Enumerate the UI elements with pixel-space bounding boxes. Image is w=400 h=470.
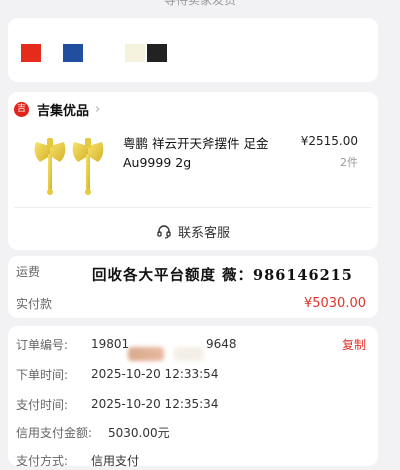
shop-icon: 吉 [14, 101, 29, 117]
overlay-ad-text: 回收各大平台额度 薇：986146215 [92, 267, 353, 284]
pay-time-value: 2025-10-20 12:35:34 [91, 397, 219, 411]
pay-time-label: 支付时间: [16, 397, 69, 412]
pay-time-row: 支付时间: 2025-10-20 12:35:34 [16, 394, 370, 414]
order-number-row: 订单编号: 19801 9648 复制 [16, 334, 370, 361]
paid-row: 实付款 ¥5030.00 [16, 293, 370, 313]
credit-amount-label: 信用支付金额: [16, 425, 93, 440]
order-time-label: 下单时间: [16, 367, 69, 382]
axe-right-icon [72, 138, 104, 195]
redaction-blur [128, 347, 164, 361]
credit-amount-row: 信用支付金额: 5030.00元 [16, 422, 370, 442]
copy-button[interactable]: 复制 [342, 336, 366, 353]
paid-label: 实付款 [16, 296, 53, 311]
pay-method-value: 信用支付 [91, 453, 140, 468]
contact-service-button[interactable]: 联系客服 [8, 222, 378, 241]
order-status-hint: 等待卖家发货 [163, 0, 236, 7]
order-number-suffix: 9648 [206, 337, 237, 351]
order-info-card: 订单编号: 19801 9648 复制 下单时间: 2025-10-20 12:… [8, 326, 378, 468]
redaction-blur [174, 347, 204, 361]
chevron-right-icon: › [95, 101, 101, 117]
order-number-label: 订单编号: [16, 337, 69, 352]
pay-method-label: 支付方式: [16, 453, 69, 468]
paid-amount: ¥5030.00 [303, 295, 366, 311]
axe-left-icon [34, 138, 66, 195]
product-card: 吉 吉集优品 › 粤鹏 祥云开天斧摆件 足金 Au9999 2g ¥2515.0… [8, 92, 378, 250]
shipping-label: 运费 [16, 264, 41, 279]
product-price: ¥2515.00 [300, 134, 358, 148]
swatch-cream [125, 44, 145, 62]
pay-method-row: 支付方式: 信用支付 [16, 450, 370, 470]
product-name[interactable]: 粤鹏 祥云开天斧摆件 足金 Au9999 2g [123, 134, 273, 172]
shop-header[interactable]: 吉 吉集优品 › [14, 98, 100, 120]
headset-icon [157, 224, 171, 239]
product-image[interactable] [30, 132, 110, 198]
swatch-blue [63, 44, 83, 62]
order-time-row: 下单时间: 2025-10-20 12:33:54 [16, 364, 370, 384]
order-number-prefix: 19801 [91, 337, 130, 351]
swatch-card [8, 18, 378, 82]
credit-amount-value: 5030.00元 [108, 425, 170, 440]
product-quantity: 2件 [340, 156, 358, 169]
order-time-value: 2025-10-20 12:33:54 [91, 367, 219, 381]
shop-name[interactable]: 吉集优品 [37, 100, 89, 119]
swatch-black [147, 44, 167, 62]
divider [14, 207, 372, 208]
contact-service-label: 联系客服 [177, 226, 230, 241]
swatch-red [21, 44, 41, 62]
